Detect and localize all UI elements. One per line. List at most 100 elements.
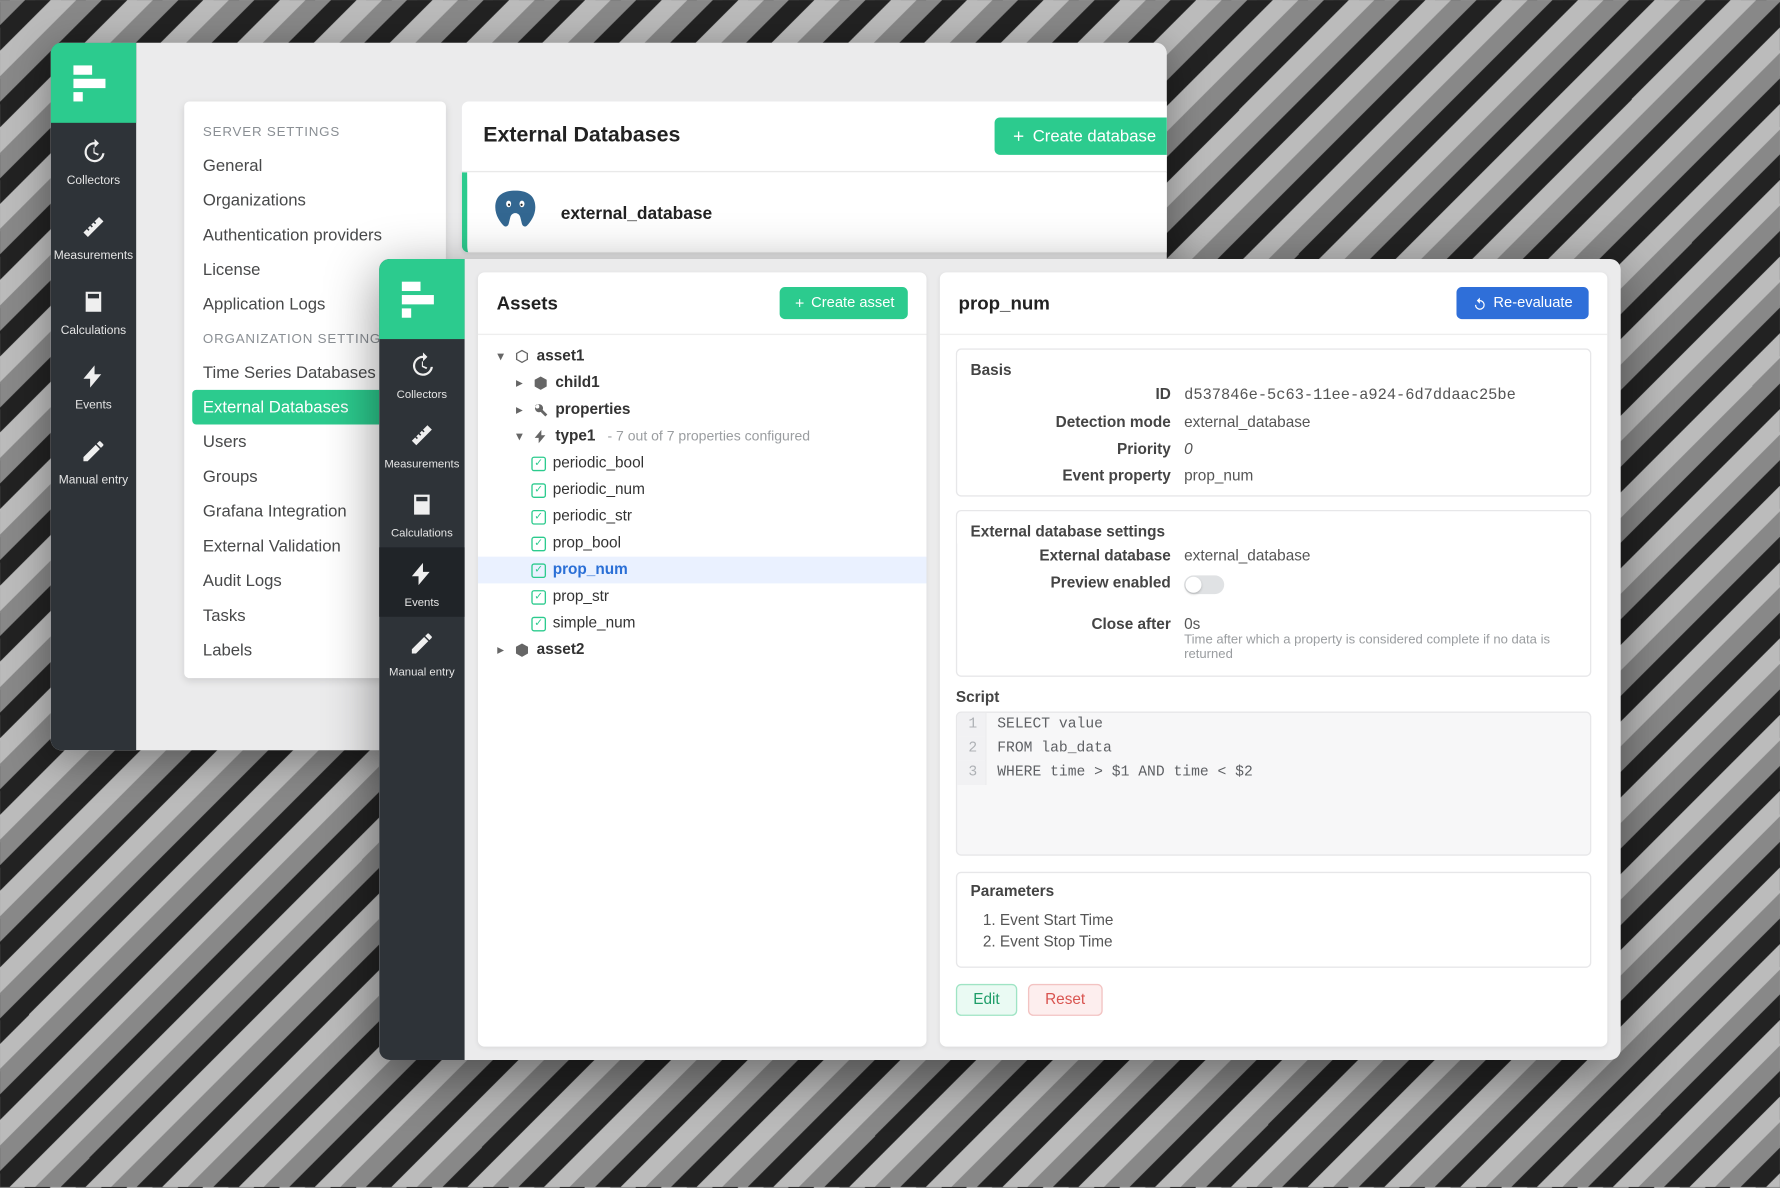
nav-label: Collectors bbox=[67, 174, 120, 187]
field-value: d537846e-5c63-11ee-a924-6d7ddaac25be bbox=[1184, 387, 1576, 404]
detail-panel: prop_num Re-evaluate Basis ID d537846e-5… bbox=[940, 272, 1608, 1046]
tree-label: asset1 bbox=[537, 348, 585, 364]
section-heading: External database settings bbox=[957, 517, 1590, 544]
preview-toggle[interactable] bbox=[1184, 575, 1224, 594]
bolt-icon bbox=[80, 363, 107, 390]
nav-measurements[interactable]: Measurements bbox=[51, 198, 136, 273]
code-line: SELECT value bbox=[987, 713, 1114, 737]
basis-section: Basis ID d537846e-5c63-11ee-a924-6d7ddaa… bbox=[956, 348, 1591, 496]
tree-node-type1[interactable]: ▾ type1 - 7 out of 7 properties configur… bbox=[478, 423, 927, 450]
database-row[interactable]: external_database bbox=[462, 172, 1167, 252]
databases-card: External Databases Create database bbox=[462, 101, 1167, 268]
calculator-icon bbox=[80, 288, 107, 315]
menu-auth-providers[interactable]: Authentication providers bbox=[184, 218, 446, 253]
extdb-section: External database settings External data… bbox=[956, 510, 1591, 677]
tree-label: periodic_num bbox=[553, 482, 645, 498]
pencil-icon bbox=[80, 438, 107, 465]
tree-prop-selected[interactable]: ✓ prop_num bbox=[478, 557, 927, 584]
sidebar: Collectors Measurements Calculations Eve… bbox=[51, 43, 136, 751]
tree-node-asset2[interactable]: ▸ asset2 bbox=[478, 637, 927, 664]
tree-node-child1[interactable]: ▸ child1 bbox=[478, 370, 927, 397]
field-value: 0s Time after which a property is consid… bbox=[1184, 617, 1576, 662]
tree-prop[interactable]: ✓ simple_num bbox=[478, 610, 927, 637]
tree-prop[interactable]: ✓ periodic_bool bbox=[478, 450, 927, 477]
history-icon bbox=[409, 352, 436, 379]
field-label: Event property bbox=[971, 469, 1185, 485]
tree-note: - 7 out of 7 properties configured bbox=[607, 429, 810, 445]
chevron-right-icon: ▸ bbox=[513, 376, 526, 391]
assets-title: Assets bbox=[497, 292, 558, 313]
menu-general[interactable]: General bbox=[184, 148, 446, 183]
parameter-item: Event Stop Time bbox=[1000, 932, 1577, 953]
asset-tree: ▾ asset1 ▸ child1 ▸ properties bbox=[478, 335, 927, 671]
create-database-button[interactable]: Create database bbox=[994, 117, 1167, 154]
edit-button[interactable]: Edit bbox=[956, 984, 1017, 1016]
nav-label: Collectors bbox=[397, 387, 447, 400]
content-area: Assets Create asset ▾ asset1 ▸ bbox=[465, 259, 1621, 1060]
history-icon bbox=[80, 139, 107, 166]
tree-label: simple_num bbox=[553, 615, 636, 631]
extdb-preview-row: Preview enabled bbox=[957, 570, 1590, 603]
tree-label: asset2 bbox=[537, 642, 585, 658]
basis-id-row: ID d537846e-5c63-11ee-a924-6d7ddaac25be bbox=[957, 382, 1590, 410]
nav-manual-entry[interactable]: Manual entry bbox=[51, 422, 136, 497]
reevaluate-button[interactable]: Re-evaluate bbox=[1456, 287, 1589, 319]
logo-icon bbox=[73, 63, 113, 103]
nav-events[interactable]: Events bbox=[51, 347, 136, 422]
tree-node-properties[interactable]: ▸ properties bbox=[478, 396, 927, 423]
button-label: Re-evaluate bbox=[1493, 295, 1572, 311]
field-label: ID bbox=[971, 387, 1185, 404]
close-helper: Time after which a property is considere… bbox=[1184, 633, 1576, 662]
chevron-down-icon: ▾ bbox=[494, 349, 507, 364]
cube-icon bbox=[514, 642, 530, 658]
app-logo[interactable] bbox=[51, 43, 136, 123]
line-number: 1 bbox=[957, 713, 986, 737]
app-logo[interactable] bbox=[379, 259, 464, 339]
tree-prop[interactable]: ✓ prop_str bbox=[478, 583, 927, 610]
field-value: prop_num bbox=[1184, 469, 1576, 485]
nav-collectors[interactable]: Collectors bbox=[379, 339, 464, 408]
detail-actions: Edit Reset bbox=[940, 968, 1608, 1035]
tree-label: periodic_str bbox=[553, 509, 632, 525]
extdb-close-row: Close after 0s Time after which a proper… bbox=[957, 603, 1590, 667]
check-icon: ✓ bbox=[531, 563, 546, 578]
check-icon: ✓ bbox=[531, 589, 546, 604]
nav-calculations[interactable]: Calculations bbox=[379, 478, 464, 547]
check-icon: ✓ bbox=[531, 616, 546, 631]
nav-manual-entry[interactable]: Manual entry bbox=[379, 617, 464, 686]
tree-prop[interactable]: ✓ periodic_str bbox=[478, 503, 927, 530]
menu-organizations[interactable]: Organizations bbox=[184, 183, 446, 218]
calculator-icon bbox=[409, 491, 436, 518]
ruler-icon bbox=[409, 422, 436, 449]
field-value: 0 bbox=[1184, 442, 1576, 458]
bolt-icon bbox=[533, 429, 549, 445]
script-editor[interactable]: 1SELECT value 2FROM lab_data 3WHERE time… bbox=[956, 712, 1591, 856]
assets-panel: Assets Create asset ▾ asset1 ▸ bbox=[478, 272, 927, 1046]
field-label: External database bbox=[971, 549, 1185, 565]
database-name: external_database bbox=[561, 202, 712, 222]
script-heading: Script bbox=[940, 677, 1608, 712]
field-label: Priority bbox=[971, 442, 1185, 458]
field-value: external_database bbox=[1184, 549, 1576, 565]
cube-icon bbox=[533, 375, 549, 391]
nav-calculations[interactable]: Calculations bbox=[51, 272, 136, 347]
logo-icon bbox=[402, 279, 442, 319]
tree-prop[interactable]: ✓ prop_bool bbox=[478, 530, 927, 557]
parameters-section: Parameters Event Start Time Event Stop T… bbox=[956, 872, 1591, 968]
nav-events[interactable]: Events bbox=[379, 547, 464, 616]
create-asset-button[interactable]: Create asset bbox=[779, 287, 908, 319]
field-label: Close after bbox=[971, 617, 1185, 662]
tree-node-asset1[interactable]: ▾ asset1 bbox=[478, 343, 927, 370]
field-label: Preview enabled bbox=[971, 575, 1185, 598]
tree-prop[interactable]: ✓ periodic_num bbox=[478, 477, 927, 504]
tree-label: type1 bbox=[555, 429, 595, 445]
field-value bbox=[1184, 575, 1576, 598]
nav-collectors[interactable]: Collectors bbox=[51, 123, 136, 198]
code-line: WHERE time > $1 AND time < $2 bbox=[987, 761, 1264, 785]
parameters-list: Event Start Time Event Stop Time bbox=[1000, 910, 1577, 953]
nav-measurements[interactable]: Measurements bbox=[379, 409, 464, 478]
detail-title: prop_num bbox=[959, 292, 1050, 313]
reset-button[interactable]: Reset bbox=[1028, 984, 1103, 1016]
nav-label: Events bbox=[75, 398, 112, 411]
pencil-icon bbox=[409, 630, 436, 657]
